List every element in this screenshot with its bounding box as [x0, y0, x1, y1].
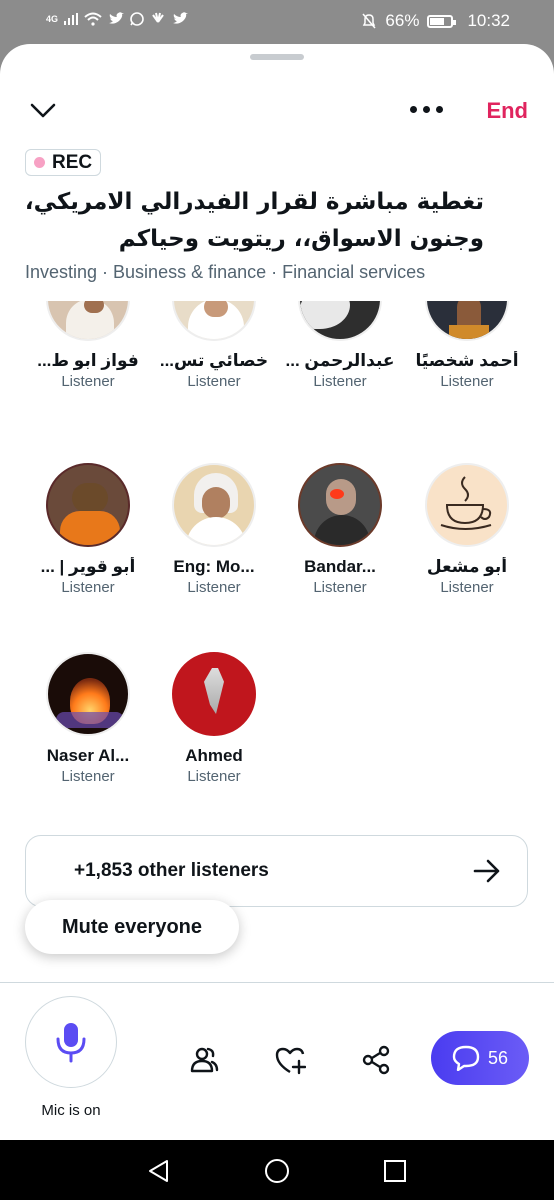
clock: 10:32	[467, 11, 510, 30]
listener-name: فواز ابو ط...	[37, 351, 139, 370]
other-listeners-label: +1,853 other listeners	[74, 860, 269, 881]
listener-name: خصائي تس...	[159, 351, 269, 370]
listener-name: عبدالرحمن ...	[285, 351, 395, 370]
listener-item[interactable]: فواز ابو ط... Listener	[25, 301, 151, 390]
listener-role: Listener	[440, 373, 494, 390]
twitter-icon-2	[173, 12, 189, 24]
listener-item[interactable]: خصائي تس... Listener	[151, 301, 277, 390]
avatar	[425, 301, 509, 341]
microphone-icon	[56, 1023, 86, 1063]
whatsapp-icon	[130, 12, 144, 26]
listener-name: Bandar...	[304, 557, 376, 576]
avatar	[425, 463, 509, 547]
avatar	[172, 301, 256, 341]
network-label: 4G	[46, 14, 59, 24]
space-topics[interactable]: Investing · Business & finance · Financi…	[25, 262, 425, 283]
coffee-cup-icon	[440, 476, 492, 530]
listener-name: أبو مشعل	[426, 557, 508, 576]
avatar	[298, 463, 382, 547]
avatar	[46, 652, 130, 736]
battery-percent: 66%	[385, 11, 420, 30]
listener-role: Listener	[187, 373, 241, 390]
status-bar: 4G 66% 10:32	[0, 0, 554, 44]
system-nav-bar	[0, 1140, 554, 1200]
recording-label: REC	[52, 151, 93, 173]
status-icons-right: 66% 10:32	[361, 11, 510, 31]
mic-status-label: Mic is on	[41, 1102, 101, 1119]
recording-badge: REC	[25, 149, 102, 176]
listener-name: Naser Al...	[46, 746, 130, 765]
listener-item[interactable]: أبو مشعل Listener	[404, 463, 530, 596]
avatar	[298, 301, 382, 341]
listener-item[interactable]: Bandar... Listener	[277, 463, 403, 596]
cnbc-icon	[152, 12, 164, 23]
listener-item[interactable]: Eng: Mo... Listener	[151, 463, 277, 596]
listener-role: Listener	[61, 579, 115, 596]
mic-button[interactable]	[25, 996, 117, 1088]
listener-item[interactable]: أحمد شخصيًا Listener	[404, 301, 530, 390]
listener-role: Listener	[61, 373, 115, 390]
listener-name: أحمد شخصيًا	[415, 351, 519, 370]
listener-role: Listener	[313, 373, 367, 390]
space-title: تغطية مباشرة لقرار الفيدرالي الامريكي، و…	[24, 189, 484, 252]
listener-item[interactable]: Ahmed Listener	[151, 652, 277, 785]
heart-plus-icon[interactable]	[274, 1044, 306, 1076]
listener-role: Listener	[61, 768, 115, 785]
listener-role: Listener	[440, 579, 494, 596]
listener-item[interactable]: عبدالرحمن ... Listener	[277, 301, 403, 390]
space-sheet: End REC تغطية مباشرة لقرار الفيدرالي الا…	[0, 44, 554, 1140]
listener-role: Listener	[187, 768, 241, 785]
recents-icon[interactable]	[382, 1158, 408, 1184]
listener-name: أبو قوير | ...	[40, 557, 136, 576]
more-options-icon[interactable]	[410, 106, 443, 113]
avatar	[172, 463, 256, 547]
chevron-down-icon[interactable]	[28, 98, 58, 122]
other-listeners-button[interactable]: +1,853 other listeners	[25, 835, 528, 907]
status-icons-left: 4G	[46, 12, 189, 26]
listener-role: Listener	[313, 579, 367, 596]
end-space-button[interactable]: End	[486, 98, 528, 124]
mute-bell-icon	[362, 13, 376, 29]
comment-count: 56	[487, 1047, 509, 1068]
chat-bubble-icon	[452, 1045, 480, 1071]
footer-divider	[0, 982, 554, 983]
twitter-icon	[109, 12, 125, 24]
comments-button[interactable]: 56	[431, 1031, 529, 1085]
signal-icon	[64, 13, 79, 25]
share-icon[interactable]	[360, 1044, 392, 1076]
listener-item[interactable]: أبو قوير | ... Listener	[25, 463, 151, 596]
battery-icon	[427, 14, 457, 28]
avatar	[172, 652, 256, 736]
listener-name: Eng: Mo...	[173, 557, 255, 576]
people-icon[interactable]	[188, 1044, 220, 1076]
listener-name: Ahmed	[185, 746, 243, 765]
arrow-right-icon	[473, 859, 500, 883]
sheet-grabber[interactable]	[250, 54, 304, 60]
home-icon[interactable]	[264, 1158, 290, 1184]
back-icon[interactable]	[146, 1158, 172, 1184]
avatar	[46, 301, 130, 341]
wifi-icon	[84, 12, 102, 26]
mute-everyone-button[interactable]: Mute everyone	[25, 900, 239, 954]
listener-role: Listener	[187, 579, 241, 596]
listener-grid: أحمد شخصيًا Listener عبدالرحمن ... Liste…	[0, 301, 554, 841]
listener-item[interactable]: Naser Al... Listener	[25, 652, 151, 785]
avatar	[46, 463, 130, 547]
recording-dot-icon	[34, 157, 45, 168]
